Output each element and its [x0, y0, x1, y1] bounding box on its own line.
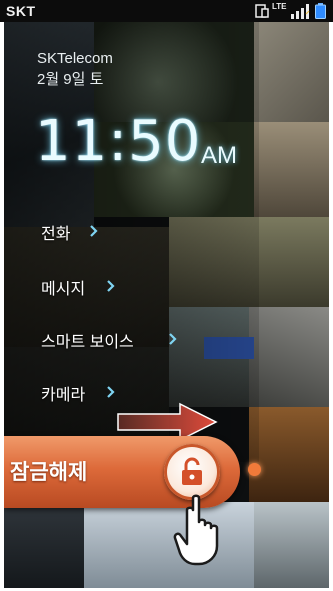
carrier-label: SKT: [6, 3, 36, 19]
screen-icon: [255, 4, 269, 18]
shortcut-label: 카메라: [41, 387, 86, 404]
lockscreen: SKTelecom 2월 9일 토 11:50 AM 전화 메시지 스마트 보이…: [4, 22, 329, 588]
operator-name: SKTelecom: [37, 50, 113, 67]
unlock-handle[interactable]: [164, 444, 220, 500]
chevron-right-icon: [107, 386, 115, 398]
chevron-right-icon: [169, 333, 177, 345]
chevron-right-icon: [107, 280, 115, 292]
photo-tile: [249, 307, 329, 407]
shortcut-label: 전화: [41, 226, 71, 243]
shortcut-label: 스마트 보이스: [41, 334, 134, 351]
photo-tile: [254, 22, 329, 122]
photo-tile: [254, 122, 329, 217]
battery-icon: [315, 3, 326, 19]
status-icons: LTE: [255, 2, 327, 19]
unlock-icon: [182, 457, 202, 485]
unlock-target: [248, 463, 261, 476]
clock-ampm: AM: [201, 142, 237, 169]
photo-tile: [254, 502, 329, 588]
status-bar: SKT LTE: [0, 0, 333, 22]
lte-icon: LTE: [272, 2, 287, 11]
shortcut-label: 메시지: [41, 281, 86, 298]
hand-pointer-icon: [173, 494, 219, 566]
photo-tile: [4, 502, 84, 588]
signal-icon: [291, 4, 310, 19]
clock-time: 11:50: [35, 109, 202, 174]
chevron-right-icon: [90, 225, 98, 237]
photo-tile: [249, 407, 329, 502]
unlock-label: 잠금해제: [10, 461, 88, 484]
date-label: 2월 9일 토: [37, 71, 104, 88]
